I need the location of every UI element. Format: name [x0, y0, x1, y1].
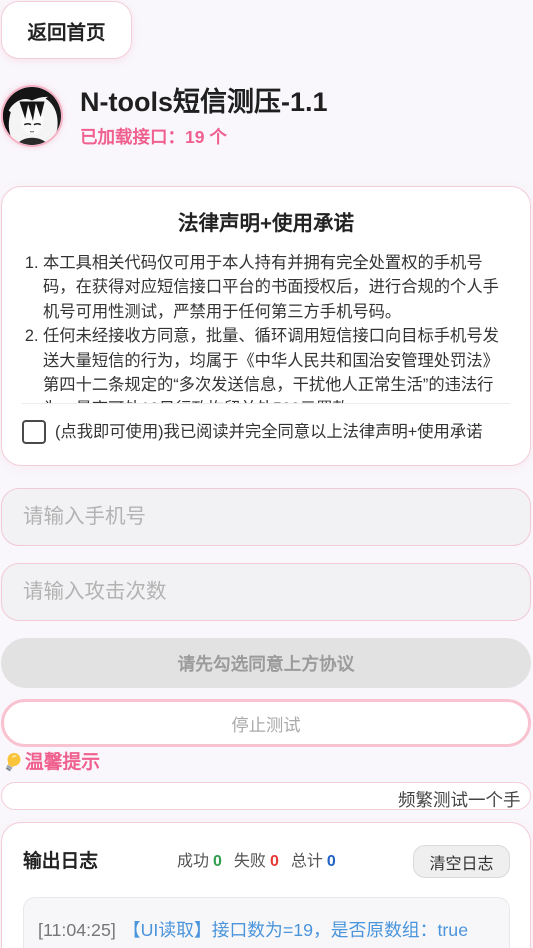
stat-fail-label: 失败	[233, 853, 266, 870]
legal-item: 本工具相关代码仅可用于本人持有并拥有完全处置权的手机号码，在获得对应短信接口平台…	[43, 251, 505, 324]
start-button[interactable]: 请先勾选同意上方协议	[1, 638, 531, 688]
legal-item: 任何未经接收方同意，批量、循环调用短信接口向目标手机号发送大量短信的行为，均属于…	[43, 324, 505, 403]
tips-title: 温馨提示	[25, 751, 100, 772]
stat-total: 总计 0	[291, 851, 336, 873]
stat-fail: 失败 0	[234, 851, 279, 873]
avatar-image	[3, 87, 61, 145]
log-entry-message: 【UI读取】接口数为=19，是否原数组：true	[122, 920, 469, 940]
attack-count-input[interactable]	[1, 563, 531, 621]
stat-success: 成功 0	[177, 851, 222, 873]
stat-fail-value: 0	[269, 853, 279, 870]
stop-test-button[interactable]: 停止测试	[1, 699, 531, 747]
clear-log-button[interactable]: 清空日志	[413, 845, 510, 878]
page-title: N-tools短信测压-1.1	[80, 87, 328, 117]
avatar	[1, 85, 63, 147]
log-stats: 成功 0 失败 0 总计 0	[177, 851, 336, 873]
agree-label[interactable]: (点我即可使用)我已阅读并完全同意以上法律声明+使用承诺	[55, 420, 482, 444]
log-entry: [11:04:25] 【UI读取】接口数为=19，是否原数组：true	[38, 917, 468, 943]
agree-checkbox[interactable]	[22, 420, 46, 444]
stat-total-label: 总计	[290, 853, 323, 870]
back-home-button[interactable]: 返回首页	[1, 1, 132, 59]
stat-success-value: 0	[213, 853, 222, 870]
legal-title: 法律声明+使用承诺	[178, 212, 354, 235]
phone-input[interactable]	[1, 488, 531, 546]
stat-total-value: 0	[326, 853, 336, 870]
tips-header: 温馨提示	[2, 751, 100, 773]
log-title: 输出日志	[23, 850, 98, 871]
legal-card: 法律声明+使用承诺 本工具相关代码仅可用于本人持有并拥有完全处置权的手机号码，在…	[1, 186, 531, 466]
legal-list: 本工具相关代码仅可用于本人持有并拥有完全处置权的手机号码，在获得对应短信接口平台…	[22, 251, 510, 403]
legal-scroll-area[interactable]: 本工具相关代码仅可用于本人持有并拥有完全处置权的手机号码，在获得对应短信接口平台…	[22, 251, 510, 404]
stat-success-label: 成功	[177, 853, 210, 870]
loaded-interfaces-count: 已加载接口：19 个	[80, 127, 227, 147]
log-output[interactable]: [11:04:25] 【UI读取】接口数为=19，是否原数组：true	[23, 897, 510, 948]
marquee-text: 频繁测试一个手	[398, 790, 521, 810]
log-card: 输出日志 成功 0 失败 0 总计 0 清空日志 [11:04:25] 【UI读取】接口…	[1, 822, 531, 948]
log-entry-time: [11:04:25]	[38, 920, 116, 940]
tips-marquee: 频繁测试一个手	[1, 782, 531, 810]
lightbulb-icon	[5, 752, 21, 772]
